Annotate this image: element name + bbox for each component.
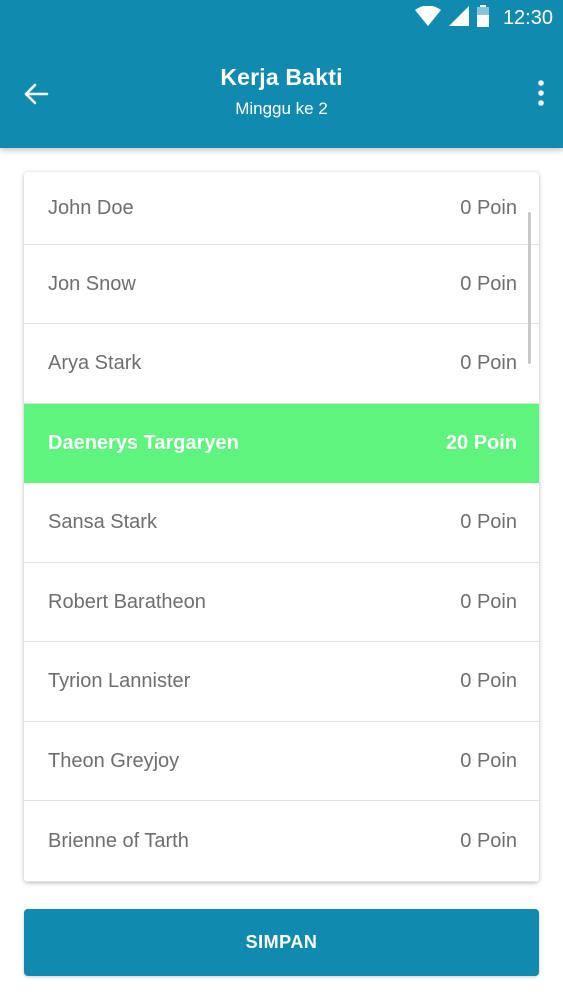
- member-points: 0 Poin: [460, 511, 517, 533]
- member-points: 0 Poin: [460, 670, 517, 692]
- status-bar: 12:30: [0, 0, 563, 36]
- list-item[interactable]: Robert Baratheon 0 Poin: [24, 563, 539, 642]
- member-points: 0 Poin: [460, 272, 517, 295]
- more-menu-button[interactable]: [533, 76, 549, 110]
- member-points: 0 Poin: [460, 829, 517, 852]
- title-block: Kerja Bakti Minggu ke 2: [0, 64, 563, 119]
- member-points: 0 Poin: [460, 590, 517, 613]
- member-points: 20 Poin: [445, 431, 517, 454]
- member-points: 0 Poin: [460, 352, 517, 374]
- member-name: Daenerys Targaryen: [48, 431, 239, 454]
- list-item[interactable]: Theon Greyjoy 0 Poin: [24, 722, 539, 801]
- list-item[interactable]: Daenerys Targaryen 20 Poin: [24, 404, 539, 483]
- member-name: Brienne of Tarth: [48, 829, 189, 852]
- wifi-icon: [414, 5, 441, 31]
- list-item[interactable]: Arya Stark 0 Poin: [24, 324, 539, 404]
- member-name: John Doe: [48, 196, 134, 219]
- list-item[interactable]: Tyrion Lannister 0 Poin: [24, 642, 539, 722]
- app-bar: 12:30 Kerja Bakti Minggu ke 2: [0, 0, 563, 148]
- member-points: 0 Poin: [460, 749, 517, 772]
- more-vert-icon: [538, 80, 544, 106]
- member-points: 0 Poin: [460, 196, 517, 219]
- list-item[interactable]: Brienne of Tarth 0 Poin: [24, 801, 539, 882]
- member-name: Arya Stark: [48, 352, 142, 374]
- battery-icon: [476, 4, 489, 32]
- member-name: Jon Snow: [48, 272, 136, 295]
- member-name: Robert Baratheon: [48, 590, 206, 613]
- list-item[interactable]: Jon Snow 0 Poin: [24, 245, 539, 324]
- status-time: 12:30: [502, 6, 553, 29]
- scrollbar[interactable]: [528, 212, 531, 364]
- member-name: Sansa Stark: [48, 511, 157, 533]
- member-name: Theon Greyjoy: [48, 749, 180, 772]
- member-list-card[interactable]: John Doe 0 Poin Jon Snow 0 Poin Arya Stark 0 …: [24, 172, 539, 882]
- page-subtitle: Minggu ke 2: [235, 99, 328, 118]
- status-icons: 12:30: [414, 4, 553, 32]
- list-item[interactable]: Sansa Stark 0 Poin: [24, 483, 539, 563]
- page-title: Kerja Bakti: [220, 64, 343, 90]
- member-name: Tyrion Lannister: [48, 670, 191, 692]
- save-button[interactable]: SIMPAN: [24, 909, 539, 976]
- list-item[interactable]: John Doe 0 Poin: [24, 172, 539, 245]
- signal-icon: [448, 5, 469, 31]
